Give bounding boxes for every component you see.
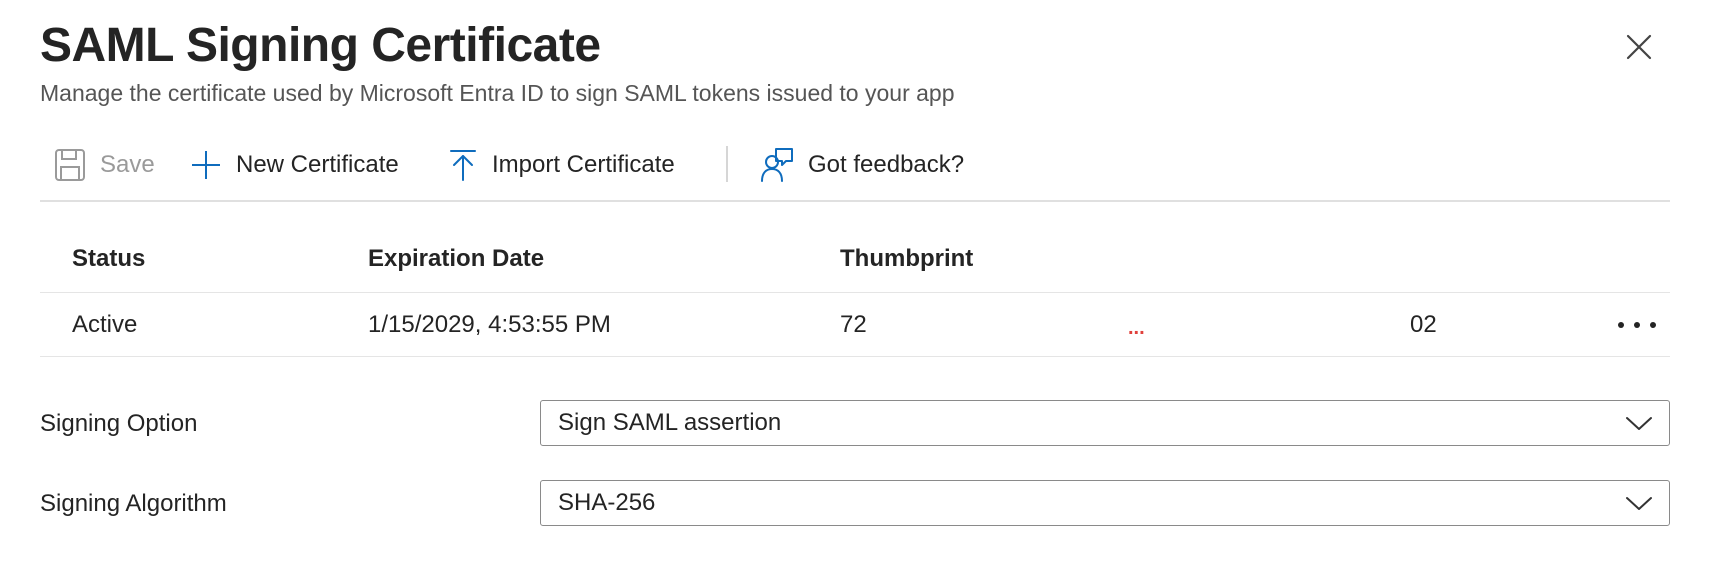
- chevron-down-icon: [1625, 413, 1653, 433]
- signing-algorithm-value: SHA-256: [558, 489, 656, 516]
- signing-option-label: Signing Option: [40, 410, 198, 437]
- table-header: Status Expiration Date Thumbprint: [40, 225, 1670, 293]
- save-button[interactable]: Save: [54, 140, 155, 190]
- column-header-expiration-date: Expiration Date: [368, 245, 545, 272]
- cell-thumbprint-start: 72: [840, 311, 867, 338]
- more-horizontal-icon: [1650, 322, 1656, 328]
- feedback-button[interactable]: Got feedback?: [760, 140, 964, 190]
- chevron-down-icon: [1625, 493, 1653, 513]
- more-horizontal-icon: [1618, 322, 1624, 328]
- more-horizontal-icon: [1634, 322, 1640, 328]
- cell-status: Active: [72, 311, 138, 338]
- save-icon: [55, 149, 85, 181]
- certificate-table: Status Expiration Date Thumbprint Active…: [40, 225, 1670, 357]
- plus-icon: [192, 151, 220, 179]
- import-certificate-label: Import Certificate: [492, 151, 675, 178]
- new-certificate-button[interactable]: New Certificate: [190, 140, 399, 190]
- cell-thumbprint-end: 02: [1410, 311, 1437, 338]
- saml-signing-certificate-panel: SAML Signing Certificate Manage the cert…: [0, 0, 1710, 572]
- thumbprint-truncation-marker: ...: [1128, 317, 1145, 339]
- page-title: SAML Signing Certificate: [40, 19, 601, 72]
- close-button[interactable]: [1622, 30, 1656, 64]
- signing-option-dropdown[interactable]: Sign SAML assertion: [540, 400, 1670, 446]
- import-certificate-button[interactable]: Import Certificate: [448, 140, 675, 190]
- upload-icon: [450, 150, 476, 181]
- table-row[interactable]: Active 1/15/2029, 4:53:55 PM 72 ... 02: [40, 293, 1670, 357]
- signing-algorithm-dropdown[interactable]: SHA-256: [540, 480, 1670, 526]
- feedback-label: Got feedback?: [808, 151, 965, 178]
- page-subtitle: Manage the certificate used by Microsoft…: [40, 80, 955, 106]
- command-bar: Save New Certificate Import Certificate: [40, 140, 1670, 202]
- new-certificate-label: New Certificate: [236, 151, 399, 178]
- close-icon: [1626, 34, 1652, 60]
- signing-algorithm-label: Signing Algorithm: [40, 490, 227, 517]
- row-more-actions-button[interactable]: [1618, 311, 1656, 339]
- column-header-status: Status: [72, 245, 146, 272]
- column-header-thumbprint: Thumbprint: [840, 245, 974, 272]
- cell-expiration-date: 1/15/2029, 4:53:55 PM: [368, 311, 611, 338]
- save-button-label: Save: [100, 151, 155, 178]
- toolbar-divider: [726, 146, 728, 182]
- signing-option-value: Sign SAML assertion: [558, 409, 782, 436]
- feedback-icon: [761, 148, 793, 182]
